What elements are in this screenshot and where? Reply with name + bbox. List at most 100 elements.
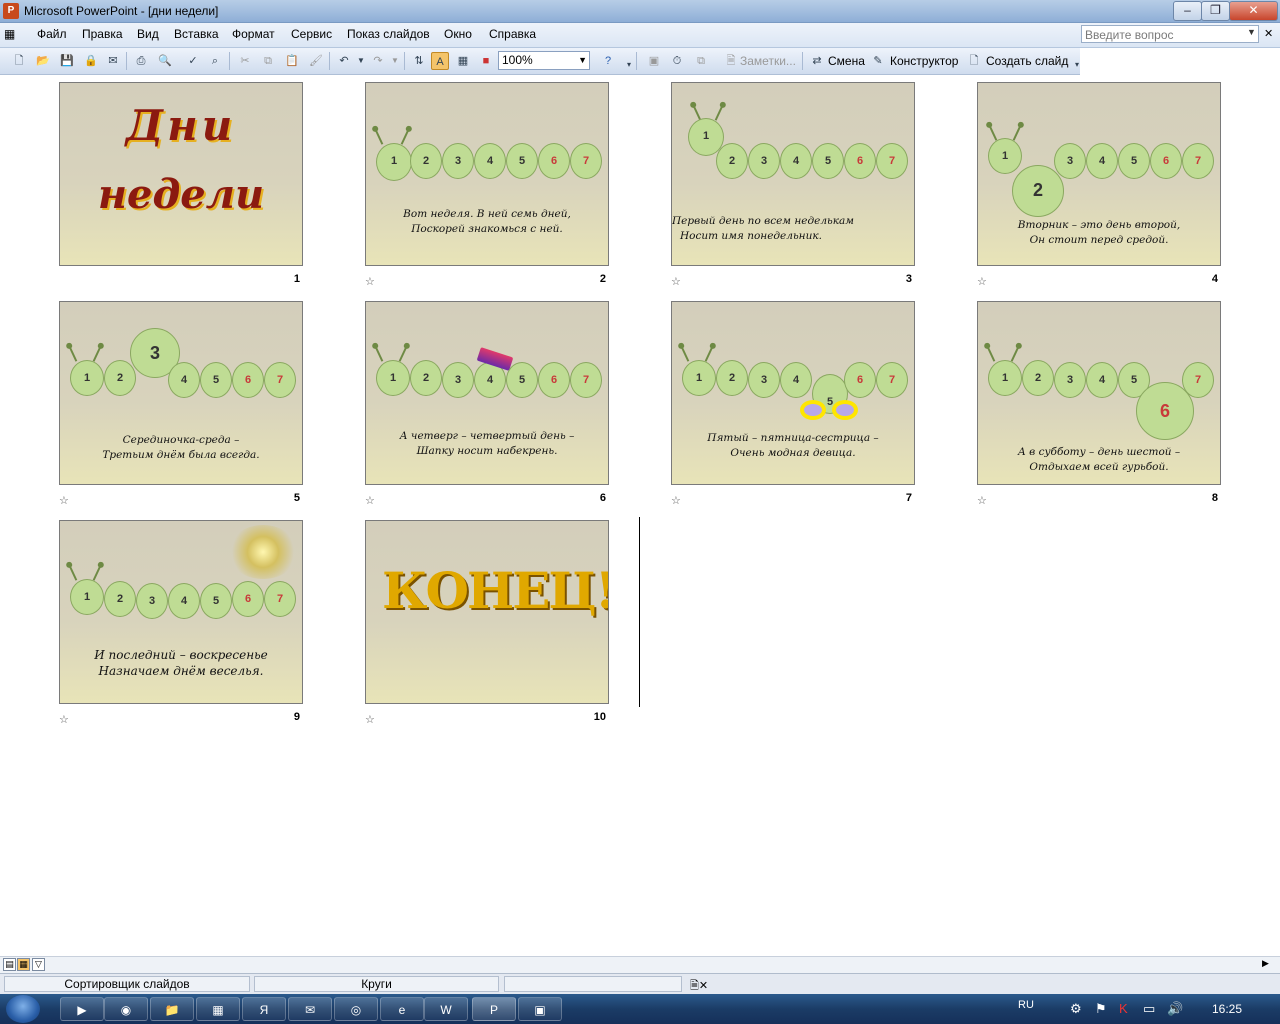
slide-thumbnail-4[interactable]: 1 2 3 4 5 6 7 Вторник – это день второй,… [977,82,1221,266]
show-formatting-icon[interactable]: A [431,52,449,70]
research-icon[interactable]: ⌕ [206,52,224,70]
notes-icon[interactable]: 🗎 [722,52,740,70]
transition-star-icon[interactable]: ☆ [59,713,69,726]
slide-thumbnail-6[interactable]: 1 2 3 4 5 6 7 А четверг – четвертый день… [365,301,609,485]
slide-thumbnail-7[interactable]: 1 2 3 4 5 6 7 Пятый – пятница-сестрица –… [671,301,915,485]
remote-desktop-icon[interactable]: ▣ [518,997,562,1021]
ie-icon[interactable]: e [380,997,424,1021]
close-button[interactable]: ✕ [1229,1,1278,21]
zoom-select[interactable]: 100% ▼ [498,51,590,70]
menu-slideshow[interactable]: Показ слайдов [347,27,430,41]
toolbar-options-icon[interactable]: ▾ [1068,56,1086,74]
slide-thumbnail-3[interactable]: 1 2 3 4 5 6 7 Первый день по всем недель… [671,82,915,266]
toolbar-separator [802,52,803,70]
transition-star-icon[interactable]: ☆ [59,494,69,507]
expand-all-icon[interactable]: ⇅ [410,52,428,70]
slide-thumbnail-2[interactable]: 1 2 3 4 5 6 7 Вот неделя. В ней семь дне… [365,82,609,266]
permission-icon[interactable]: 🔒 [82,52,100,70]
caterpillar-segment: 4 [780,362,812,398]
yandex-icon[interactable]: Я [242,997,286,1021]
slideshow-view-icon[interactable]: ▽ [32,958,45,971]
open-folder-icon[interactable]: 📂 [34,52,52,70]
menu-tools[interactable]: Сервис [291,27,332,41]
transition-star-icon[interactable]: ☆ [977,275,987,288]
chrome-icon[interactable]: ◎ [334,997,378,1021]
transition-star-icon[interactable]: ☆ [365,494,375,507]
transition-star-icon[interactable]: ☆ [365,713,375,726]
menu-edit[interactable]: Правка [82,27,123,41]
undo-icon[interactable]: ↶ [335,52,353,70]
new-file-icon[interactable]: 🗋 [10,52,28,70]
slide-thumbnail-9[interactable]: 1 2 3 4 5 6 7 И последний – воскресенье … [59,520,303,704]
menu-help[interactable]: Справка [489,27,536,41]
transition-star-icon[interactable]: ☆ [365,275,375,288]
restore-button[interactable]: ❐ [1201,1,1230,21]
spelling-icon[interactable]: ✓ [184,52,202,70]
firefox-icon[interactable]: ◉ [104,997,148,1021]
hide-slide-icon[interactable]: ▣ [645,52,663,70]
slide-sorter-view-icon[interactable]: ▦ [17,958,30,971]
print-icon[interactable]: ⎙ [132,52,150,70]
design-icon[interactable]: ✎ [869,52,887,70]
transition-star-icon[interactable]: ☆ [977,494,987,507]
minimize-button[interactable]: – [1173,1,1202,21]
power-icon[interactable]: ▭ [1143,1001,1155,1017]
volume-icon[interactable]: 🔊 [1167,1001,1183,1017]
transition-icon[interactable]: ⇄ [808,52,826,70]
chevron-down-icon[interactable]: ▼ [1247,27,1256,37]
mail-icon[interactable]: ✉ [288,997,332,1021]
document-icon[interactable]: ▦ [4,27,15,41]
powerpoint-icon[interactable]: P [3,3,19,19]
normal-view-icon[interactable]: ▤ [3,958,16,971]
media-player-icon[interactable]: ▶ [60,997,104,1021]
transition-star-icon[interactable]: ☆ [671,494,681,507]
network-icon[interactable]: ⚙ [1070,1001,1082,1017]
antenna [374,129,384,145]
antivirus-icon[interactable]: K [1119,1001,1128,1016]
clock[interactable]: 16:25 [1212,1002,1242,1016]
new-slide-icon[interactable]: 🗋 [965,52,983,70]
summary-slide-icon[interactable]: ⧉ [692,52,710,70]
word-icon[interactable]: W [424,997,468,1021]
slide-thumbnail-8[interactable]: 1 2 3 4 5 6 7 А в субботу – день шестой … [977,301,1221,485]
explorer-icon[interactable]: 📁 [150,997,194,1021]
close-document-icon[interactable]: ✕ [1264,27,1273,40]
notes-button[interactable]: Заметки... [740,54,796,68]
slide-thumbnail-5[interactable]: 1 2 3 4 5 6 7 Серединочка-среда – Третьи… [59,301,303,485]
menu-window[interactable]: Окно [444,27,472,41]
designer-button[interactable]: Конструктор [890,54,958,68]
transition-button[interactable]: Смена [828,54,865,68]
menu-view[interactable]: Вид [137,27,159,41]
language-indicator[interactable]: RU [1018,999,1034,1011]
caterpillar-segment: 7 [876,143,908,179]
help-search-input[interactable]: Введите вопрос [1081,25,1259,43]
email-icon[interactable]: ✉ [104,52,122,70]
start-button[interactable] [6,995,40,1023]
grid-icon[interactable]: ▦ [454,52,472,70]
help-icon[interactable]: ? [599,52,617,70]
undo-dropdown-icon[interactable]: ▼ [352,52,370,70]
redo-dropdown-icon[interactable]: ▼ [386,52,404,70]
menu-insert[interactable]: Вставка [174,27,219,41]
status-view-name: Сортировщик слайдов [4,976,250,992]
menu-file[interactable]: Файл [37,27,67,41]
slide-thumbnail-10[interactable]: КОНЕЦ! [365,520,609,704]
powerpoint-task-icon[interactable]: P [472,997,516,1021]
slide-caption-line: Пятый – пятница-сестрица – [707,432,879,444]
color-grayscale-icon[interactable]: ■ [477,52,495,70]
print-preview-icon[interactable]: 🔍 [156,52,174,70]
menu-format[interactable]: Формат [232,27,275,41]
slide-thumbnail-1[interactable]: Дни недели [59,82,303,266]
rehearse-timings-icon[interactable]: ⏱ [668,52,686,70]
flag-icon[interactable]: ⚑ [1095,1001,1107,1017]
redo-icon[interactable]: ↷ [369,52,387,70]
copy-icon[interactable]: ⧉ [259,52,277,70]
transition-star-icon[interactable]: ☆ [671,275,681,288]
cut-icon[interactable]: ✂ [236,52,254,70]
new-slide-button[interactable]: Создать слайд [986,54,1068,68]
save-icon[interactable]: 💾 [58,52,76,70]
format-painter-icon[interactable]: 🖌 [307,52,325,70]
calculator-icon[interactable]: ▦ [196,997,240,1021]
scroll-right-icon[interactable]: ▶ [1262,958,1269,969]
paste-icon[interactable]: 📋 [283,52,301,70]
